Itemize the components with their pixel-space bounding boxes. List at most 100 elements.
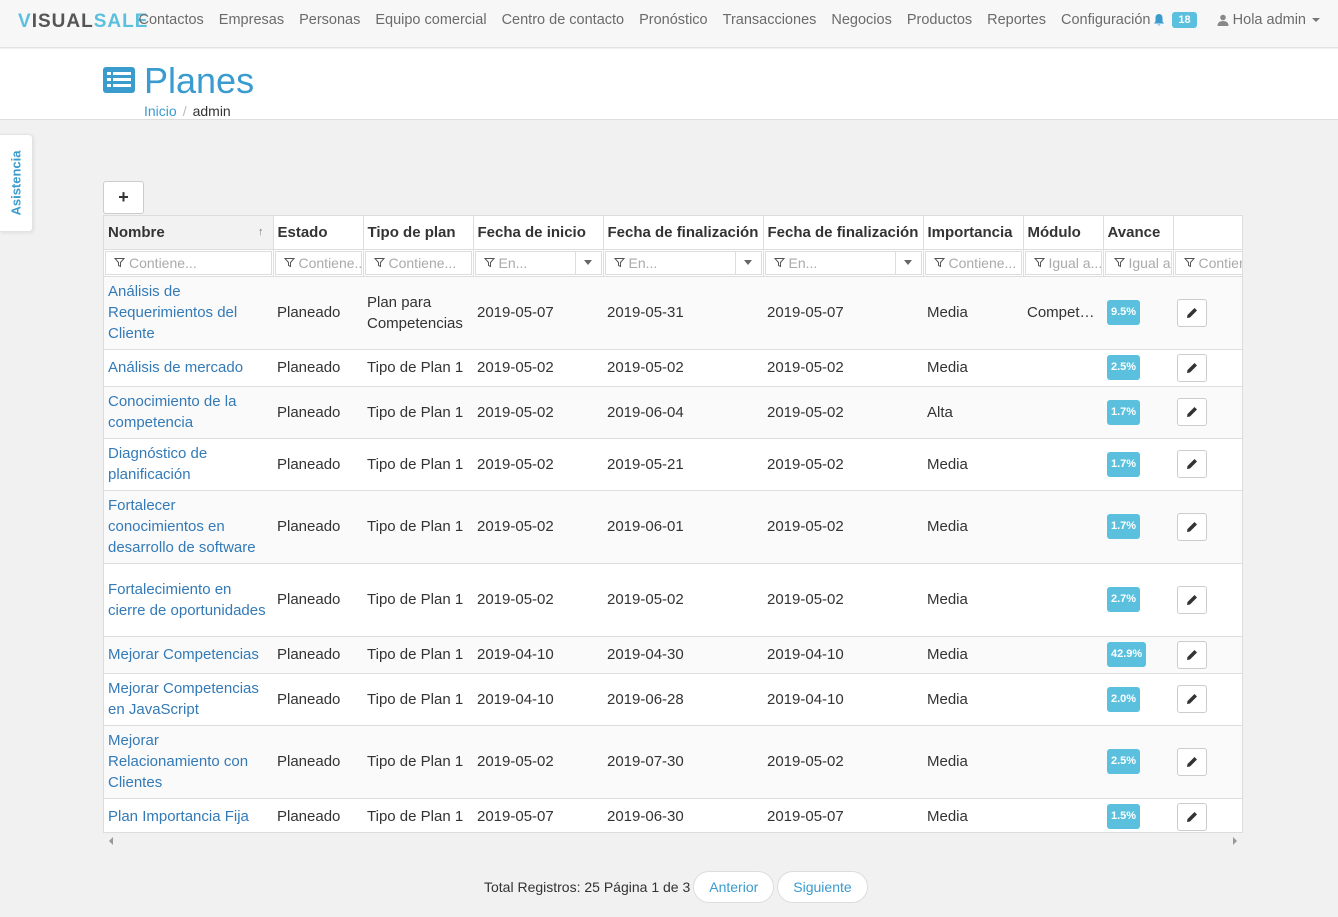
page-header: Planes Inicio / admin [0,49,1338,120]
nav-link-personas[interactable]: Personas [292,12,368,28]
nav-link-pronóstico[interactable]: Pronóstico [632,12,716,28]
sort-ascending-icon[interactable]: ↑ [258,226,264,238]
filter-icon[interactable] [483,257,495,268]
bell-icon[interactable] [1152,13,1166,27]
cell-inicio: 2019-05-02 [473,563,603,637]
column-filter-input[interactable]: Contiene... [1174,250,1242,275]
edit-button[interactable] [1177,512,1207,541]
column-filter-input[interactable]: Contiene... [274,250,362,275]
filter-icon[interactable] [613,257,625,268]
horizontal-scrollbar[interactable] [103,833,1243,850]
edit-button[interactable] [1177,398,1207,426]
plan-name-link[interactable]: Análisis de Requerimientos del Cliente [104,276,273,350]
plan-name-link[interactable]: Fortalecer conocimientos en desarrollo d… [104,490,273,564]
column-header-7[interactable]: Módulo [1023,216,1104,250]
filter-icon[interactable] [283,257,295,268]
edit-button[interactable] [1177,685,1207,713]
column-filter-input[interactable]: Contiene... [924,250,1022,275]
plan-name-link[interactable]: Mejorar Competencias [104,636,273,674]
column-header-0[interactable]: Nombre ↑ [104,216,274,250]
column-header-4[interactable]: Fecha de finalización [603,216,764,250]
add-plan-button[interactable]: + [103,181,144,214]
top-navbar: V ISUAL SALE Contactos Empresas Personas Eq… [0,0,1338,48]
edit-button[interactable] [1177,298,1207,327]
plan-name-link[interactable]: Mejorar Competencias en JavaScript [104,673,273,726]
column-filter-input[interactable]: En... [474,250,602,275]
plan-name-link[interactable]: Conocimiento de la competencia [104,386,273,439]
assistance-tab[interactable]: Asistencia [0,134,33,232]
grid-body: Análisis de Requerimientos del Cliente Pl… [104,276,1242,832]
nav-link-productos[interactable]: Productos [899,12,979,28]
column-header-label: Nombre [108,223,165,241]
filter-dropdown-button[interactable] [574,251,601,274]
previous-page-button[interactable]: Anterior [693,871,775,903]
cell-modulo [1023,438,1103,491]
column-header-9[interactable] [1173,216,1242,250]
user-menu[interactable]: Hola admin [1217,12,1320,28]
cell-fin: 2019-06-01 [603,490,763,564]
nav-link-negocios[interactable]: Negocios [824,12,899,28]
nav-link-equipo-comercial[interactable]: Equipo comercial [368,12,494,28]
filter-placeholder: Igual a... [1128,254,1171,271]
column-header-5[interactable]: Fecha de finalización [763,216,924,250]
filter-icon[interactable] [1183,257,1195,268]
plans-grid: Nombre ↑ Estado Tipo de plan Fecha de inicio… [103,215,1243,833]
column-header-3[interactable]: Fecha de inicio [473,216,604,250]
pencil-icon [1187,649,1197,660]
cell-estado: Planeado [273,673,363,726]
column-header-6[interactable]: Importancia [923,216,1024,250]
next-page-button[interactable]: Siguiente [777,871,868,903]
edit-button[interactable] [1177,585,1207,614]
filter-icon[interactable] [373,257,385,268]
plan-name-link[interactable]: Mejorar Relacionamiento con Clientes [104,725,273,799]
plan-name-link[interactable]: Diagnóstico de planificación [104,438,273,491]
column-filter-input[interactable]: Contiene... [364,250,472,275]
breadcrumb-home-link[interactable]: Inicio [144,103,177,119]
cell-fin2: 2019-05-02 [763,725,923,799]
column-filter-input[interactable]: En... [764,250,922,275]
cell-importancia: Media [923,438,1023,491]
nav-link-empresas[interactable]: Empresas [211,12,291,28]
column-header-2[interactable]: Tipo de plan [363,216,474,250]
filter-cell-9: Contiene... [1173,249,1242,277]
column-filter-input[interactable]: Contiene... [105,250,272,275]
filter-icon[interactable] [933,257,945,268]
plan-name-link[interactable]: Fortalecimiento en cierre de oportunidad… [104,563,273,637]
plan-name-link[interactable]: Análisis de mercado [104,349,273,387]
filter-icon[interactable] [773,257,785,268]
column-filter-input[interactable]: Igual a... [1104,250,1172,275]
column-header-8[interactable]: Avance [1103,216,1174,250]
cell-inicio: 2019-05-07 [473,798,603,832]
filter-placeholder: En... [628,254,658,271]
edit-button[interactable] [1177,450,1207,478]
cell-actions [1173,798,1242,832]
edit-button[interactable] [1177,353,1207,382]
filter-icon[interactable] [1033,257,1045,268]
nav-link-configuración[interactable]: Configuración [1053,12,1157,28]
scroll-left-icon[interactable] [109,837,113,845]
notification-count-badge[interactable]: 18 [1172,12,1197,28]
nav-link-contactos[interactable]: Contactos [131,12,211,28]
cell-actions [1173,438,1242,491]
nav-link-reportes[interactable]: Reportes [980,12,1054,28]
navbar-right: 18 Hola admin [1152,0,1320,40]
plan-name-link[interactable]: Plan Importancia Fija [104,798,273,832]
edit-button[interactable] [1177,640,1207,669]
scroll-right-icon[interactable] [1233,837,1237,845]
column-header-1[interactable]: Estado [273,216,364,250]
nav-link-transacciones[interactable]: Transacciones [715,12,824,28]
cell-fin2: 2019-05-07 [763,276,923,350]
filter-dropdown-button[interactable] [894,251,921,274]
column-filter-input[interactable]: En... [604,250,762,275]
filter-cell-7: Igual a... [1023,249,1104,277]
edit-button[interactable] [1177,802,1207,831]
column-filter-input[interactable]: Igual a... [1024,250,1102,275]
cell-modulo [1023,636,1103,674]
nav-link-centro-de-contacto[interactable]: Centro de contacto [494,12,632,28]
filter-icon[interactable] [1113,257,1125,268]
filter-dropdown-button[interactable] [734,251,761,274]
cell-importancia: Media [923,673,1023,726]
edit-button[interactable] [1177,747,1207,776]
filter-icon[interactable] [114,257,125,268]
brand-logo[interactable]: V ISUAL SALE [18,11,148,33]
